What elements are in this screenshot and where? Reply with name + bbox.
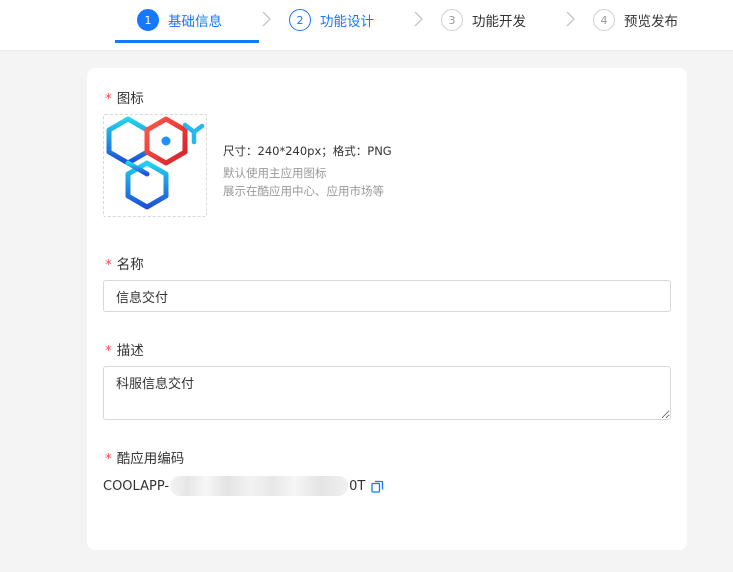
steps-bar: 1 基础信息 2 功能设计 3 功能开发 4 预览发布 — [0, 0, 733, 51]
step-basic-info[interactable]: 1 基础信息 — [137, 8, 222, 32]
form-card: * 图标 尺寸：240*240px；格式：PNG 默认使用主应用图标 展示在酷应… — [87, 68, 687, 550]
chevron-right-icon — [411, 10, 425, 28]
step-label: 功能设计 — [320, 14, 374, 30]
icon-field-label: * 图标 — [105, 91, 144, 107]
app-icon-upload[interactable] — [103, 114, 207, 217]
step-number: 1 — [137, 9, 159, 31]
required-mark: * — [105, 257, 112, 273]
copy-icon[interactable] — [371, 480, 384, 493]
step-number: 2 — [289, 9, 311, 31]
step-label: 预览发布 — [624, 14, 678, 30]
redacted-code — [170, 476, 349, 496]
step-feature-development[interactable]: 3 功能开发 — [441, 8, 526, 32]
name-input[interactable] — [103, 280, 671, 312]
icon-display-hint: 展示在酷应用中心、应用市场等 — [223, 184, 384, 198]
app-code-suffix: 0T — [349, 478, 366, 494]
step-label: 基础信息 — [168, 14, 222, 30]
name-field-label: * 名称 — [105, 257, 144, 273]
description-field-label: * 描述 — [105, 343, 144, 359]
chevron-right-icon — [563, 10, 577, 28]
icon-default-hint: 默认使用主应用图标 — [223, 166, 327, 180]
app-code-prefix: COOLAPP- — [103, 478, 170, 494]
app-code-row: COOLAPP- 0T — [103, 476, 384, 496]
icon-size-hint: 尺寸：240*240px；格式：PNG — [223, 144, 392, 158]
app-logo-icon — [106, 116, 205, 210]
step-preview-publish[interactable]: 4 预览发布 — [593, 8, 678, 32]
step-number: 3 — [441, 9, 463, 31]
required-mark: * — [105, 343, 112, 359]
active-step-indicator — [115, 40, 259, 43]
step-number: 4 — [593, 9, 615, 31]
step-label: 功能开发 — [472, 14, 526, 30]
chevron-right-icon — [259, 10, 273, 28]
required-mark: * — [105, 91, 112, 107]
required-mark: * — [105, 451, 112, 467]
step-feature-design[interactable]: 2 功能设计 — [289, 8, 374, 32]
description-textarea[interactable]: 科服信息交付 — [103, 366, 671, 420]
code-field-label: * 酷应用编码 — [105, 451, 185, 467]
